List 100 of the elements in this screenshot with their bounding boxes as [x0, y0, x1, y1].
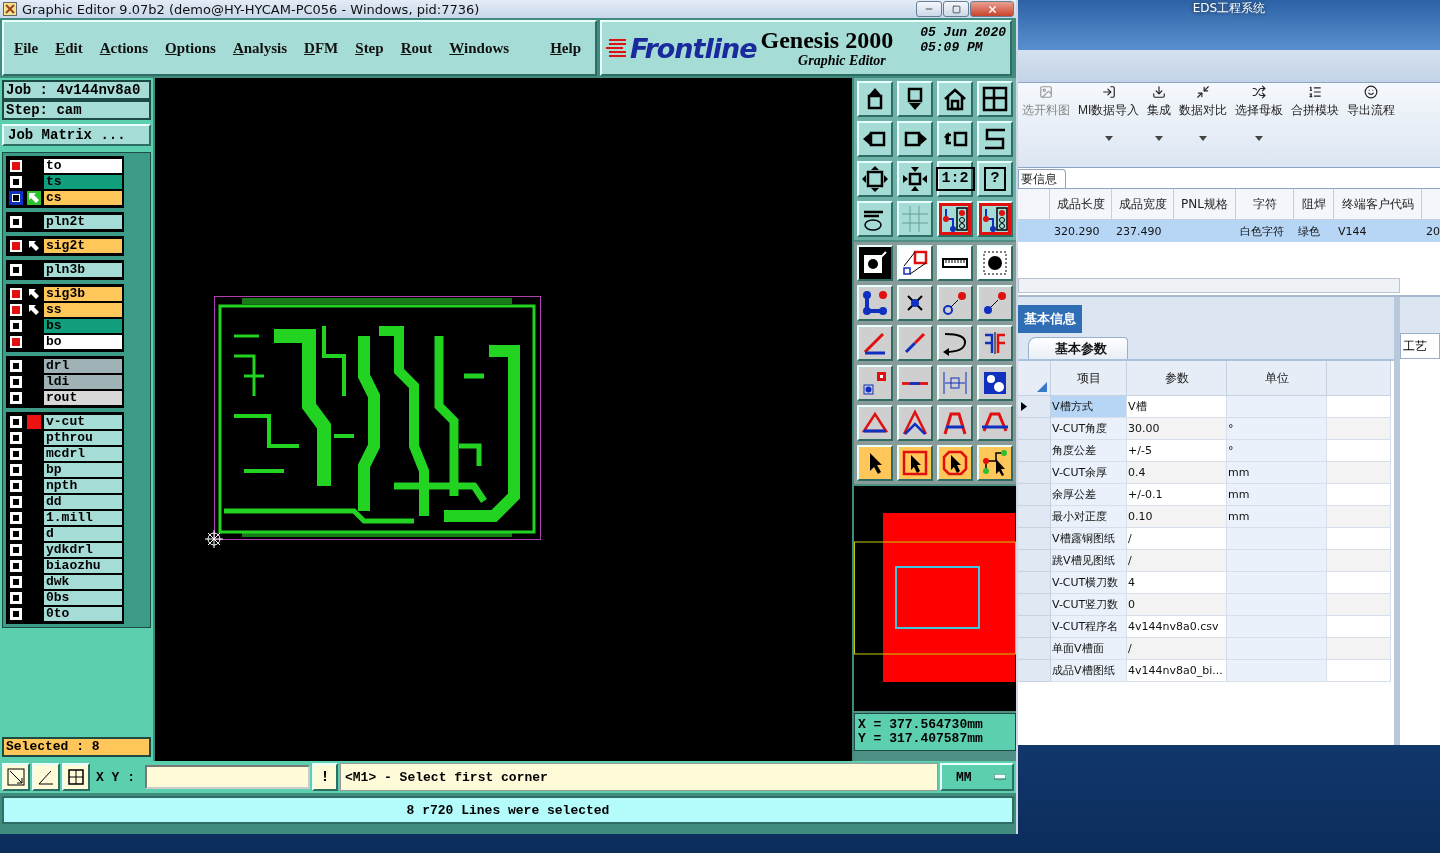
view-tool-button[interactable] [857, 121, 893, 157]
layer-name[interactable]: cs [44, 191, 122, 205]
close-button[interactable] [970, 1, 1014, 17]
angle-button[interactable] [32, 763, 60, 791]
view-tool-button[interactable] [857, 81, 893, 117]
graphic-canvas[interactable] [155, 78, 852, 761]
layer-row[interactable]: biaozhu [8, 558, 122, 574]
ribbon-button[interactable]: 导出流程 [1343, 83, 1400, 155]
edit-tool-button[interactable] [857, 445, 893, 481]
row-indicator[interactable] [1018, 396, 1051, 418]
layer-row[interactable]: to [8, 158, 122, 174]
edit-tool-button[interactable] [897, 285, 933, 321]
view-tool-button[interactable] [897, 121, 933, 157]
xy-input-field[interactable] [145, 765, 310, 789]
layer-row[interactable]: 1.mill [8, 510, 122, 526]
layer-row[interactable]: sig2t [8, 238, 122, 254]
layer-row[interactable]: bo [8, 334, 122, 350]
layer-row[interactable]: pthrou [8, 430, 122, 446]
layer-row[interactable]: d [8, 526, 122, 542]
layer-name[interactable]: ts [44, 175, 122, 189]
layer-name[interactable]: rout [44, 391, 122, 405]
layer-row[interactable]: bs [8, 318, 122, 334]
layer-name[interactable]: ydkdrl [44, 543, 122, 557]
layer-row[interactable]: npth [8, 478, 122, 494]
minimize-button[interactable] [916, 1, 942, 17]
view-tool-button[interactable] [897, 81, 933, 117]
view-tool-button[interactable] [897, 161, 933, 197]
layer-row[interactable]: v-cut [8, 414, 122, 430]
layer-row[interactable]: ss [8, 302, 122, 318]
menu-item[interactable]: Options [165, 39, 216, 57]
edit-tool-button[interactable] [977, 325, 1013, 361]
layer-checkbox[interactable] [10, 192, 22, 204]
layer-name[interactable]: bo [44, 335, 122, 349]
alert-button[interactable]: ! [312, 763, 338, 791]
edit-tool-button[interactable] [977, 405, 1013, 441]
view-tool-button[interactable] [937, 121, 973, 157]
layer-name[interactable]: ldi [44, 375, 122, 389]
menu-item[interactable]: Windows [449, 39, 510, 57]
edit-tool-button[interactable] [937, 405, 973, 441]
zoom-box-button[interactable] [2, 763, 30, 791]
layer-row[interactable]: 0to [8, 606, 122, 622]
edit-tool-button[interactable] [977, 285, 1013, 321]
layer-name[interactable]: bs [44, 319, 122, 333]
layer-row[interactable]: ldi [8, 374, 122, 390]
layer-name[interactable]: 1.mill [44, 511, 122, 525]
edit-tool-button[interactable] [857, 405, 893, 441]
layer-name[interactable]: sig2t [44, 239, 122, 253]
layer-row[interactable]: drl [8, 358, 122, 374]
view-tool-button[interactable] [977, 201, 1013, 237]
view-tool-button[interactable] [857, 161, 893, 197]
layer-row[interactable]: bp [8, 462, 122, 478]
ribbon-button[interactable]: 集成 [1143, 83, 1176, 155]
view-tool-button[interactable] [937, 81, 973, 117]
ribbon-button[interactable]: MI数据导入 [1074, 83, 1144, 155]
edit-tool-button[interactable] [857, 325, 893, 361]
edit-tool-button[interactable] [937, 245, 973, 281]
units-dropdown[interactable]: MM [940, 763, 1014, 791]
ribbon-button[interactable]: 选择母板 [1231, 83, 1288, 155]
view-tool-button[interactable] [977, 121, 1013, 157]
layer-name[interactable]: biaozhu [44, 559, 122, 573]
view-tool-button[interactable] [857, 201, 893, 237]
minimap-drawing[interactable] [854, 486, 1016, 711]
layer-row[interactable]: mcdrl [8, 446, 122, 462]
sub-tab[interactable]: 基本参数 [1028, 337, 1128, 359]
menu-item[interactable]: Rout [400, 39, 433, 57]
horizontal-scrollbar[interactable] [1018, 278, 1400, 293]
maximize-button[interactable] [943, 1, 969, 17]
view-tool-button[interactable] [937, 201, 973, 237]
edit-tool-button[interactable] [897, 365, 933, 401]
view-tool-button[interactable]: ? [977, 161, 1013, 197]
layer-name[interactable]: ss [44, 303, 122, 317]
menu-item[interactable]: Help [550, 39, 581, 57]
side-tab[interactable]: 工艺 [1400, 333, 1440, 359]
menu-item[interactable]: File [14, 39, 39, 57]
edit-tool-button[interactable] [977, 365, 1013, 401]
layer-name[interactable]: bp [44, 463, 122, 477]
layer-name[interactable]: 0to [44, 607, 122, 621]
layer-name[interactable]: to [44, 159, 122, 173]
menu-item[interactable]: Actions [99, 39, 149, 57]
layer-name[interactable]: d [44, 527, 122, 541]
layer-name[interactable]: pln2t [44, 215, 122, 229]
layer-name[interactable]: pln3b [44, 263, 122, 277]
summary-tab[interactable]: 要信息 [1018, 169, 1066, 188]
job-matrix-button[interactable]: Job Matrix ... [2, 124, 151, 146]
edit-tool-button[interactable] [897, 445, 933, 481]
layer-name[interactable]: dwk [44, 575, 122, 589]
edit-tool-button[interactable] [897, 245, 933, 281]
layer-row[interactable]: cs [8, 190, 122, 206]
layer-row[interactable]: dd [8, 494, 122, 510]
layer-name[interactable]: v-cut [44, 415, 122, 429]
layer-row[interactable]: dwk [8, 574, 122, 590]
grid-snap-button[interactable] [62, 763, 90, 791]
ribbon-button[interactable]: 合拼模块 [1287, 83, 1344, 155]
layer-name[interactable]: npth [44, 479, 122, 493]
view-tool-button[interactable]: 1:2 [937, 161, 973, 197]
edit-tool-button[interactable] [977, 245, 1013, 281]
layer-row[interactable]: ydkdrl [8, 542, 122, 558]
menu-item[interactable]: Analysis [232, 39, 288, 57]
layer-name[interactable]: pthrou [44, 431, 122, 445]
layer-row[interactable]: pln2t [8, 214, 122, 230]
